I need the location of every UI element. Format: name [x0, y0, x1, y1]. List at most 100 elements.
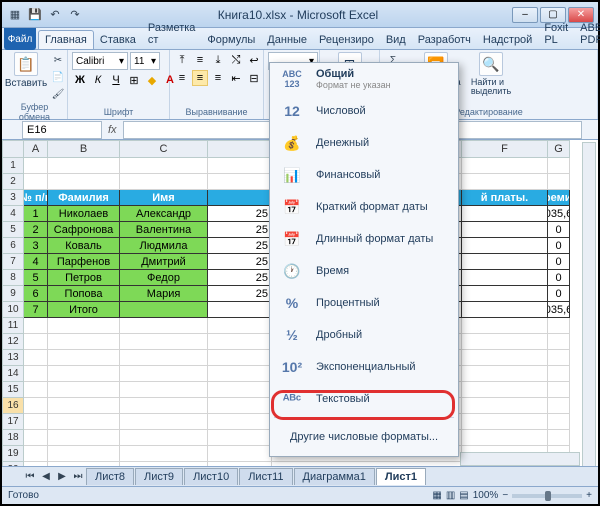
cell[interactable]: Итого [48, 302, 120, 318]
cell[interactable] [548, 430, 570, 446]
tab-foxit[interactable]: Foxit PL [538, 19, 574, 49]
wrap-text-button[interactable]: ↩ [246, 52, 262, 68]
format-option[interactable]: 📅Краткий формат даты [270, 191, 458, 223]
cell[interactable]: Дмитрий [120, 254, 208, 270]
cell[interactable]: Фамилия [48, 190, 120, 206]
cell[interactable]: 0 [548, 222, 570, 238]
cell[interactable] [462, 302, 548, 318]
cell[interactable] [120, 398, 208, 414]
cut-icon[interactable]: ✂ [49, 52, 67, 68]
cell[interactable] [120, 382, 208, 398]
cell[interactable] [548, 414, 570, 430]
cell[interactable] [48, 318, 120, 334]
cell[interactable] [24, 350, 48, 366]
file-tab[interactable]: Файл [4, 28, 36, 50]
cell[interactable]: 25 [208, 254, 272, 270]
zoom-level[interactable]: 100% [473, 490, 499, 501]
cell[interactable]: 0 [548, 270, 570, 286]
undo-icon[interactable]: ↶ [46, 6, 64, 24]
cell[interactable] [24, 366, 48, 382]
cell[interactable] [208, 366, 272, 382]
cell[interactable] [208, 446, 272, 462]
cell[interactable]: Имя [120, 190, 208, 206]
horizontal-scrollbar[interactable] [460, 452, 580, 466]
cell[interactable] [548, 318, 570, 334]
row-header[interactable]: 4 [2, 206, 24, 222]
cell[interactable]: 25 [208, 286, 272, 302]
row-header[interactable]: 6 [2, 238, 24, 254]
underline-button[interactable]: Ч [108, 72, 124, 88]
cell[interactable] [120, 302, 208, 318]
tab-review[interactable]: Рецензиро [313, 31, 380, 49]
cell[interactable] [208, 334, 272, 350]
sheet-tab[interactable]: Диаграмма1 [294, 468, 375, 485]
copy-icon[interactable]: 📄 [49, 69, 67, 85]
cell[interactable]: Александр [120, 206, 208, 222]
zoom-thumb[interactable] [545, 491, 551, 501]
tab-data[interactable]: Данные [261, 31, 313, 49]
format-option[interactable]: 💰Денежный [270, 127, 458, 159]
format-option[interactable]: ᴬᴮᶜТекстовый [270, 383, 458, 415]
tab-layout[interactable]: Разметка ст [142, 19, 202, 49]
row-header[interactable]: 7 [2, 254, 24, 270]
cell[interactable] [120, 334, 208, 350]
cell[interactable] [462, 222, 548, 238]
cell[interactable] [48, 382, 120, 398]
cell[interactable] [548, 398, 570, 414]
cell[interactable] [120, 350, 208, 366]
row-header[interactable]: 18 [2, 430, 24, 446]
row-header[interactable]: 2 [2, 174, 24, 190]
cell[interactable] [48, 430, 120, 446]
cell[interactable] [48, 366, 120, 382]
cell[interactable] [208, 414, 272, 430]
sheet-nav-next[interactable]: ▶ [54, 469, 70, 485]
fx-icon[interactable]: fx [108, 124, 117, 136]
cell[interactable]: 7 [24, 302, 48, 318]
row-header[interactable]: 11 [2, 318, 24, 334]
cell[interactable] [48, 350, 120, 366]
cell[interactable] [208, 302, 272, 318]
cell[interactable] [208, 318, 272, 334]
align-top-button[interactable]: ⤒ [174, 52, 190, 68]
cell[interactable]: Коваль [48, 238, 120, 254]
col-header[interactable]: F [462, 140, 548, 158]
cell[interactable]: Парфенов [48, 254, 120, 270]
cell[interactable]: 6 [24, 286, 48, 302]
save-icon[interactable]: 💾 [26, 6, 44, 24]
format-option[interactable]: 📊Финансовый [270, 159, 458, 191]
select-all-corner[interactable] [2, 140, 24, 158]
cell[interactable] [462, 238, 548, 254]
row-header[interactable]: 1 [2, 158, 24, 174]
cell[interactable] [48, 398, 120, 414]
cell[interactable] [462, 350, 548, 366]
row-header[interactable]: 12 [2, 334, 24, 350]
align-bottom-button[interactable]: ⤓ [210, 52, 226, 68]
tab-view[interactable]: Вид [380, 31, 412, 49]
sheet-tab[interactable]: Лист9 [135, 468, 183, 485]
col-header[interactable] [208, 140, 272, 158]
font-size-combo[interactable]: 11▾ [130, 52, 160, 70]
cell[interactable] [208, 174, 272, 190]
cell[interactable] [462, 318, 548, 334]
format-general[interactable]: ABC123 Общий Формат не указан [270, 63, 458, 95]
cell[interactable] [48, 174, 120, 190]
cell[interactable] [48, 334, 120, 350]
view-layout-icon[interactable]: ▥ [446, 490, 455, 501]
cell[interactable]: Петров [48, 270, 120, 286]
sheet-nav-first[interactable]: ⏮ [22, 469, 38, 485]
format-option[interactable]: 🕐Время [270, 255, 458, 287]
cell[interactable] [462, 430, 548, 446]
col-header[interactable]: B [48, 140, 120, 158]
row-header[interactable]: 8 [2, 270, 24, 286]
cell[interactable] [548, 334, 570, 350]
cell[interactable] [462, 270, 548, 286]
cell[interactable] [24, 334, 48, 350]
cell[interactable] [462, 414, 548, 430]
cell[interactable] [24, 414, 48, 430]
zoom-slider[interactable] [512, 494, 582, 498]
row-header[interactable]: 9 [2, 286, 24, 302]
cell[interactable]: 6035,68 [548, 302, 570, 318]
cell[interactable]: 5 [24, 270, 48, 286]
cell[interactable]: Федор [120, 270, 208, 286]
cell[interactable]: Сафронова [48, 222, 120, 238]
